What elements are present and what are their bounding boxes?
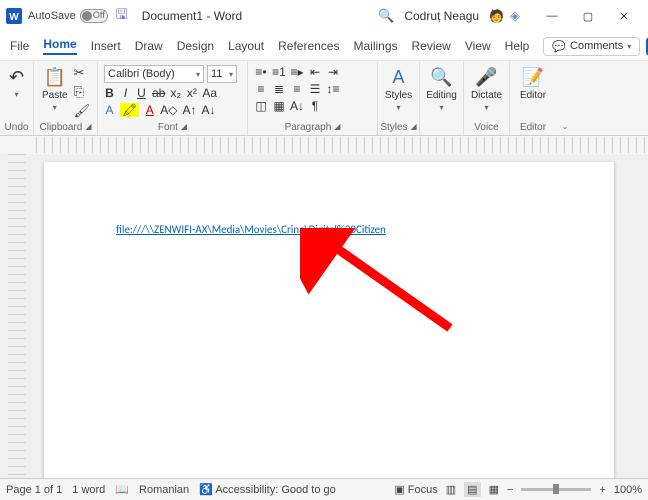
tab-mailings[interactable]: Mailings <box>353 39 397 53</box>
tab-help[interactable]: Help <box>505 39 530 53</box>
change-case-button[interactable]: Aa <box>202 86 217 100</box>
undo-button[interactable]: ↶▾ <box>6 65 27 101</box>
cut-icon[interactable]: ✂ <box>74 65 91 81</box>
language-indicator[interactable]: Romanian <box>139 484 189 496</box>
align-right-button[interactable]: ≡ <box>290 82 304 96</box>
borders-button[interactable]: ▦ <box>272 99 286 113</box>
shading-button[interactable]: ◫ <box>254 99 268 113</box>
user-avatar-icon[interactable]: 🧑 <box>489 9 504 23</box>
increase-indent-button[interactable]: ⇥ <box>326 65 340 79</box>
focus-mode-button[interactable]: ▣ Focus <box>394 483 437 496</box>
grow-font-button[interactable]: A↑ <box>182 103 196 117</box>
zoom-in-button[interactable]: + <box>599 484 605 496</box>
accessibility-status[interactable]: ♿ Accessibility: Good to go <box>199 483 336 496</box>
word-app-icon: W <box>6 8 22 24</box>
decrease-indent-button[interactable]: ⇤ <box>308 65 322 79</box>
tab-home[interactable]: Home <box>43 37 76 55</box>
styles-button[interactable]: AStyles▾ <box>384 65 413 114</box>
styles-launcher-icon[interactable]: ◢ <box>411 122 417 133</box>
copy-icon[interactable]: ⎘ <box>74 84 91 100</box>
format-painter-icon[interactable]: 🖌 <box>74 103 91 119</box>
sort-button[interactable]: A↓ <box>290 99 304 113</box>
close-button[interactable]: ✕ <box>606 2 642 30</box>
spell-check-icon[interactable]: 📖 <box>115 483 129 496</box>
font-launcher-icon[interactable]: ◢ <box>181 122 187 133</box>
dictate-button[interactable]: 🎤Dictate▾ <box>470 65 503 114</box>
svg-text:W: W <box>9 12 19 23</box>
autosave-toggle[interactable]: AutoSave Off <box>28 9 108 23</box>
status-bar: Page 1 of 1 1 word 📖 Romanian ♿ Accessib… <box>0 478 648 500</box>
save-icon[interactable]: 🖫 <box>114 8 130 24</box>
justify-button[interactable]: ☰ <box>308 82 322 96</box>
text-effects-button[interactable]: A <box>104 103 115 117</box>
multilevel-list-button[interactable]: ≡▸ <box>290 65 304 79</box>
ruler-area <box>0 136 648 154</box>
strikethrough-button[interactable]: ab <box>152 86 165 100</box>
page-indicator[interactable]: Page 1 of 1 <box>6 484 62 496</box>
document-title: Document1 - Word <box>142 9 242 23</box>
align-center-button[interactable]: ≣ <box>272 82 286 96</box>
vertical-ruler[interactable] <box>8 154 26 478</box>
minimize-button[interactable]: — <box>534 2 570 30</box>
clipboard-launcher-icon[interactable]: ◢ <box>85 122 91 133</box>
tab-design[interactable]: Design <box>177 39 214 53</box>
horizontal-ruler[interactable] <box>36 137 648 153</box>
chevron-down-icon: ▾ <box>627 42 631 51</box>
font-size-select[interactable]: 11▾ <box>207 65 237 83</box>
superscript-button[interactable]: x² <box>186 86 197 100</box>
autosave-label: AutoSave <box>28 10 76 22</box>
menu-bar: File Home Insert Draw Design Layout Refe… <box>0 32 648 60</box>
paste-button[interactable]: 📋Paste▾ <box>40 65 70 114</box>
document-page[interactable]: file:///\\ZENWIFI-AX\Media\Movies\Crina\… <box>44 162 614 478</box>
shrink-font-button[interactable]: A↓ <box>201 103 215 117</box>
show-marks-button[interactable]: ¶ <box>308 99 322 113</box>
comments-button[interactable]: 💬 Comments ▾ <box>543 37 640 56</box>
print-layout-icon[interactable]: ▤ <box>464 482 480 497</box>
comment-icon: 💬 <box>552 40 566 53</box>
clear-formatting-button[interactable]: A◇ <box>160 103 177 117</box>
bullets-button[interactable]: ≡• <box>254 65 268 79</box>
align-left-button[interactable]: ≡ <box>254 82 268 96</box>
highlight-button[interactable]: 🖍 <box>120 103 139 117</box>
editor-button[interactable]: 📝Editor <box>516 65 550 103</box>
tab-draw[interactable]: Draw <box>135 39 163 53</box>
premium-diamond-icon[interactable]: ◈ <box>510 8 520 24</box>
user-name[interactable]: Codruț Neagu <box>404 9 479 23</box>
word-count[interactable]: 1 word <box>72 484 105 496</box>
paragraph-launcher-icon[interactable]: ◢ <box>334 122 340 133</box>
bold-button[interactable]: B <box>104 86 115 100</box>
editing-button[interactable]: 🔍Editing▾ <box>426 65 457 114</box>
tab-view[interactable]: View <box>465 39 491 53</box>
subscript-button[interactable]: x₂ <box>170 86 181 100</box>
web-layout-icon[interactable]: ▦ <box>489 483 499 496</box>
font-color-button[interactable]: A <box>144 103 155 117</box>
tab-insert[interactable]: Insert <box>91 39 121 53</box>
zoom-out-button[interactable]: − <box>507 484 513 496</box>
read-mode-icon[interactable]: ▥ <box>446 483 456 496</box>
zoom-level[interactable]: 100% <box>614 484 642 496</box>
zoom-slider[interactable] <box>521 488 591 491</box>
tab-references[interactable]: References <box>278 39 339 53</box>
maximize-button[interactable]: ▢ <box>570 2 606 30</box>
line-spacing-button[interactable]: ↕≡ <box>326 82 340 96</box>
tab-layout[interactable]: Layout <box>228 39 264 53</box>
title-bar: W AutoSave Off 🖫 Document1 - Word 🔍 Codr… <box>0 0 648 32</box>
search-icon[interactable]: 🔍 <box>378 8 394 24</box>
underline-button[interactable]: U <box>136 86 147 100</box>
hyperlink[interactable]: file:///\\ZENWIFI-AX\Media\Movies\Crina\… <box>116 223 386 236</box>
ribbon-collapse-icon[interactable]: ⌄ <box>562 122 569 131</box>
tab-review[interactable]: Review <box>412 39 451 53</box>
document-area: file:///\\ZENWIFI-AX\Media\Movies\Crina\… <box>0 154 648 478</box>
ribbon: ↶▾ Undo 📋Paste▾ ✂ ⎘ 🖌 Clipboard◢ Calibri… <box>0 60 648 136</box>
italic-button[interactable]: I <box>120 86 131 100</box>
font-name-select[interactable]: Calibri (Body)▾ <box>104 65 204 83</box>
toggle-switch-off[interactable]: Off <box>80 9 108 23</box>
undo-group-label: Undo <box>6 122 27 133</box>
tab-file[interactable]: File <box>10 39 29 53</box>
numbering-button[interactable]: ≡1 <box>272 65 286 79</box>
